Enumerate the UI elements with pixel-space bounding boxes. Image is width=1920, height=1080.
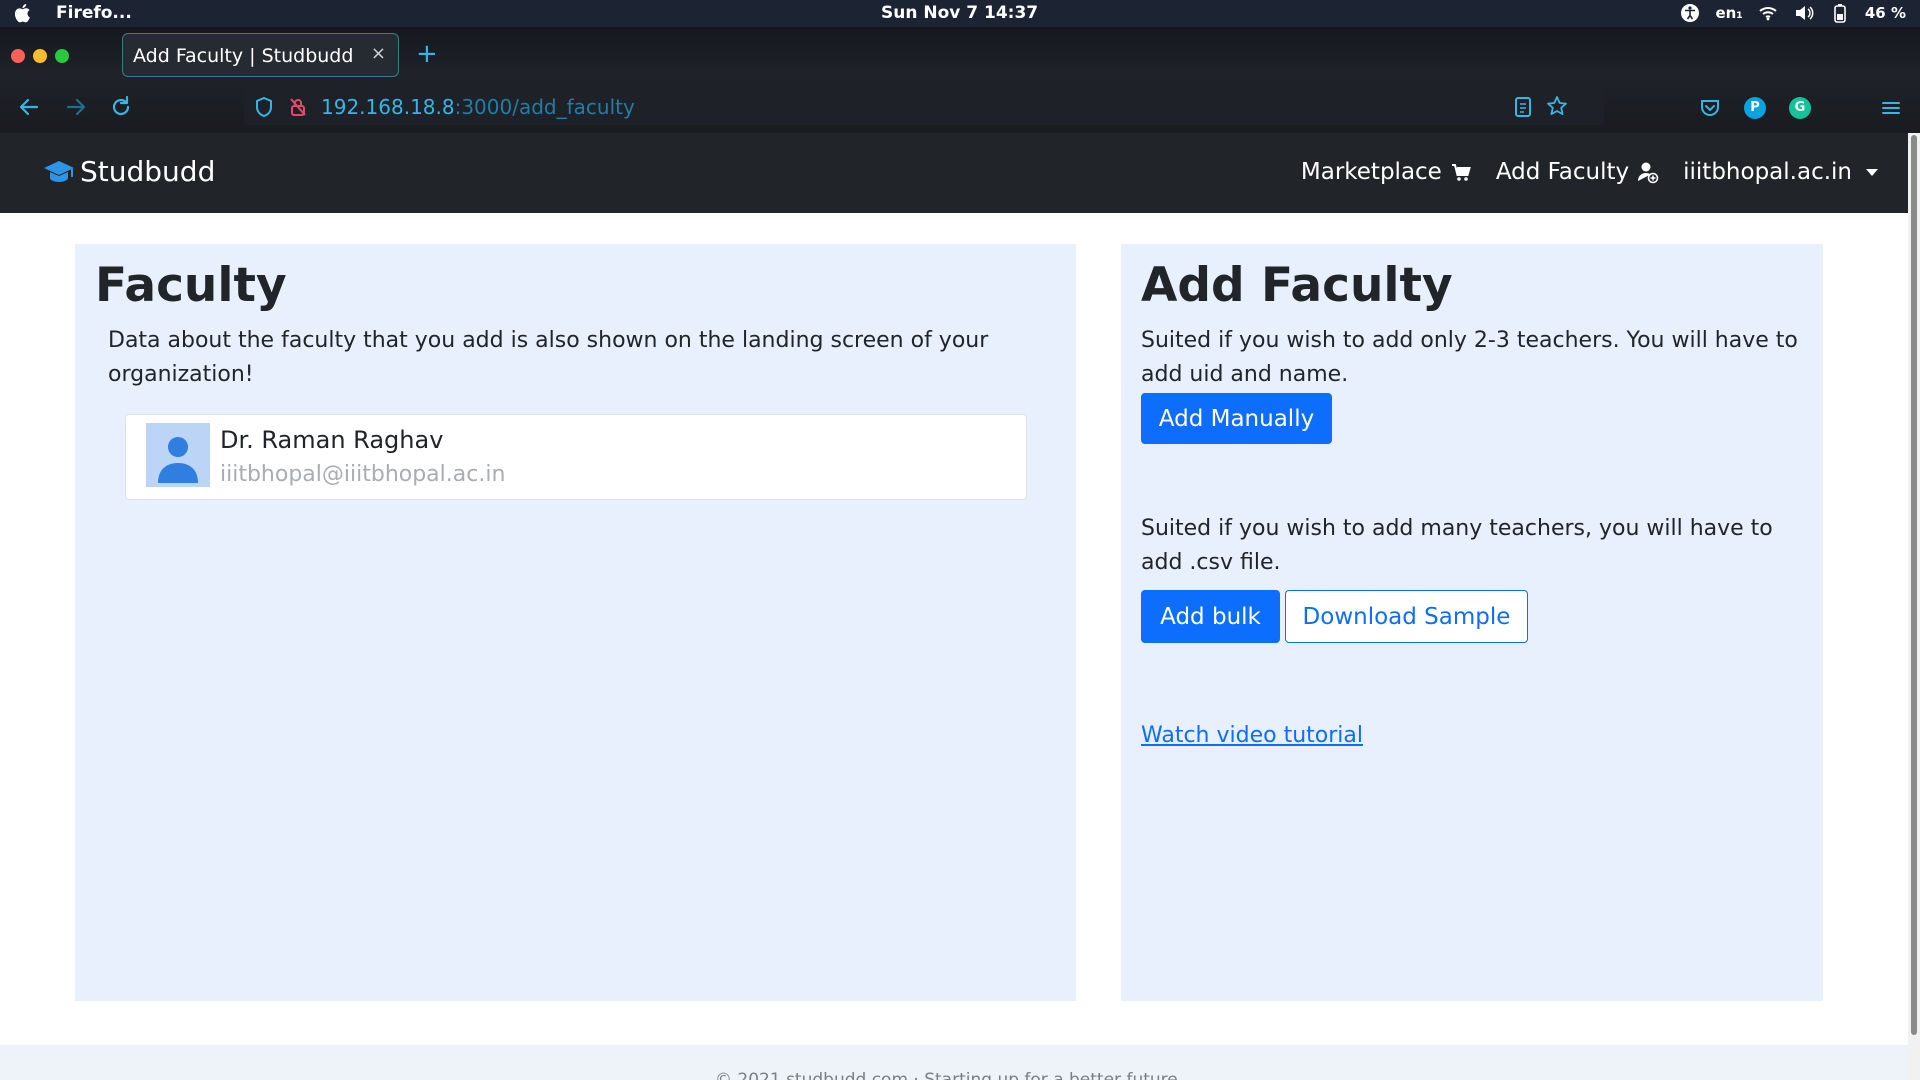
window-close-button[interactable] [11,49,25,63]
manual-description: Suited if you wish to add only 2-3 teach… [1141,328,1798,387]
url-host: 192.168.18.8 [321,95,455,119]
grammarly-icon[interactable]: G [1789,97,1811,119]
battery-percent: 46 % [1864,4,1906,22]
faculty-name: Dr. Raman Raghav [220,426,444,454]
graduation-cap-icon [44,160,74,182]
chevron-down-icon [1866,168,1878,176]
nav-add-faculty-label: Add Faculty [1495,159,1630,185]
add-faculty-title: Add Faculty [1141,258,1453,313]
pocket-icon[interactable] [1699,97,1721,119]
app-navbar: Studbudd Marketplace Add Faculty iiitbho… [0,133,1908,213]
window-zoom-button[interactable] [55,49,69,63]
nav-add-faculty[interactable]: Add Faculty [1496,159,1659,185]
avatar-icon [146,423,210,487]
forward-icon[interactable] [63,94,89,120]
system-menubar: Firefo... Sun Nov 7 14:37 en₁ 46 % [0,0,1920,27]
wifi-icon[interactable] [1757,2,1779,24]
volume-icon[interactable] [1793,2,1815,24]
faculty-panel: Faculty Data about the faculty that you … [75,244,1076,1001]
browser-chrome: Add Faculty | Studbudd × + 192.168.18.8:… [0,27,1920,133]
scrollbar-thumb[interactable] [1911,135,1917,1035]
menu-icon[interactable] [1880,97,1902,119]
nav-marketplace-label: Marketplace [1300,159,1442,185]
back-icon[interactable] [16,94,42,120]
language-indicator[interactable]: en₁ [1715,4,1742,22]
apple-icon[interactable] [13,3,31,23]
faculty-card[interactable]: Dr. Raman Raghav iiitbhopal@iiitbhopal.a… [125,414,1027,500]
add-bulk-button[interactable]: Add bulk [1141,590,1280,643]
brand-link[interactable]: Studbudd [42,155,215,188]
window-minimize-button[interactable] [33,49,47,63]
faculty-email: iiitbhopal@iiitbhopal.ac.in [220,462,506,487]
url-path: :3000/add_faculty [454,95,635,119]
page-scrollbar[interactable] [1908,133,1920,1080]
download-sample-button[interactable]: Download Sample [1285,590,1528,643]
watch-tutorial-link[interactable]: Watch video tutorial [1141,723,1363,748]
page-footer: © 2021 studbudd.com · Starting up for a … [0,1045,1908,1080]
nav-org-label: iiitbhopal.ac.in [1683,159,1852,185]
reload-icon[interactable] [108,94,134,120]
url-bar[interactable]: 192.168.18.8:3000/add_faculty [244,89,1604,125]
shield-icon[interactable] [254,96,274,118]
lock-icon[interactable] [288,96,308,118]
accessibility-icon[interactable] [1679,2,1701,24]
url-text[interactable]: 192.168.18.8:3000/add_faculty [321,95,635,119]
footer-text: © 2021 studbudd.com · Starting up for a … [715,1070,1178,1080]
user-plus-icon [1638,162,1659,184]
faculty-description: Data about the faculty that you add is a… [108,328,989,387]
active-app-name[interactable]: Firefo... [56,3,132,23]
tab-close-icon[interactable]: × [371,43,386,64]
browser-tab-active[interactable]: Add Faculty | Studbudd × [122,33,399,77]
reader-icon[interactable] [1514,96,1532,118]
bulk-description: Suited if you wish to add many teachers,… [1141,516,1773,575]
nav-marketplace[interactable]: Marketplace [1301,159,1472,185]
nav-org-dropdown[interactable]: iiitbhopal.ac.in [1683,159,1878,185]
tab-title: Add Faculty | Studbudd [133,45,354,67]
add-manually-button[interactable]: Add Manually [1141,393,1332,444]
clock[interactable]: Sun Nov 7 14:37 [881,3,1038,23]
brand-name: Studbudd [80,155,216,188]
extension-p-icon[interactable]: P [1744,97,1766,119]
new-tab-button[interactable]: + [416,39,438,69]
add-faculty-panel: Add Faculty Suited if you wish to add on… [1121,244,1823,1001]
faculty-title: Faculty [95,258,287,313]
cart-icon [1451,164,1471,181]
star-icon[interactable] [1546,95,1568,117]
battery-icon[interactable] [1829,2,1851,24]
